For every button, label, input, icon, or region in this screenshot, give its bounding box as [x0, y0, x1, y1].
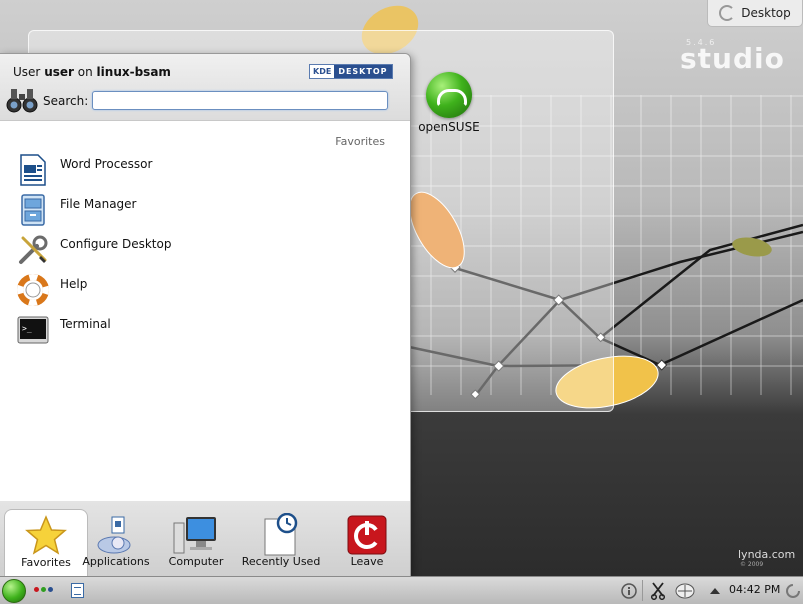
watermark-sub: © 2009 — [740, 561, 764, 568]
panel-toolbox-icon[interactable] — [784, 581, 802, 601]
menu-item-label: Terminal — [60, 317, 111, 331]
user-info: User user on linux-bsam — [13, 65, 171, 79]
clock[interactable]: 04:42 PM — [729, 583, 780, 596]
info-icon[interactable] — [619, 581, 639, 601]
menu-item-label: Word Processor — [60, 157, 153, 171]
badge-kde: KDE — [310, 65, 335, 78]
tray-separator — [642, 580, 643, 601]
user-name: user — [44, 65, 74, 79]
search-input[interactable] — [92, 91, 388, 110]
tab-label: Recently Used — [241, 555, 321, 568]
wallpaper-logo: studio — [680, 42, 785, 75]
menu-item-terminal[interactable]: >_ Terminal — [15, 312, 395, 348]
tab-applications[interactable]: Applications — [75, 509, 157, 575]
tab-leave[interactable]: Leave — [326, 509, 408, 575]
search-label: Search: — [43, 94, 89, 108]
menu-item-label: File Manager — [60, 197, 137, 211]
menu-item-help[interactable]: Help — [15, 272, 395, 308]
taskbar-panel: 04:42 PM — [0, 576, 803, 604]
tab-computer[interactable]: Computer — [155, 509, 237, 575]
menu-item-label: Configure Desktop — [60, 237, 172, 251]
pager-dot — [48, 587, 53, 592]
terminal-icon: >_ — [15, 312, 51, 348]
menu-item-label: Help — [60, 277, 88, 291]
tab-label: Computer — [168, 555, 224, 568]
opensuse-icon-label: openSUSE — [418, 120, 480, 134]
expand-tray-icon[interactable] — [707, 581, 723, 601]
computer-icon — [173, 517, 216, 554]
menu-item-word-processor[interactable]: Word Processor — [15, 152, 395, 188]
help-lifebuoy-icon — [15, 272, 51, 308]
recently-used-icon — [264, 513, 298, 556]
power-icon — [347, 515, 387, 555]
pager-widget[interactable] — [34, 587, 53, 592]
launcher-button[interactable] — [2, 579, 26, 603]
configure-desktop-icon — [15, 232, 51, 268]
desktop-toolbox-button[interactable]: Desktop — [707, 0, 803, 27]
pager-dot — [41, 587, 46, 592]
menu-item-file-manager[interactable]: File Manager — [15, 192, 395, 228]
user-prefix: User — [13, 65, 41, 79]
user-on: on — [77, 65, 93, 79]
tab-label: Leave — [350, 555, 384, 568]
tab-label: Applications — [82, 555, 150, 568]
word-processor-icon — [15, 152, 51, 188]
menu-tab-bar: Favorites Applications Computer Recently… — [0, 501, 410, 576]
favorites-section-title: Favorites — [335, 135, 385, 148]
tab-recently-used[interactable]: Recently Used — [240, 509, 322, 575]
opensuse-desktop-icon[interactable]: openSUSE — [418, 72, 480, 134]
watermark: lynda.com — [738, 548, 796, 561]
pager-dot — [34, 587, 39, 592]
menu-header: User user on linux-bsam KDE DESKTOP Sear… — [0, 54, 410, 121]
applications-icon — [97, 516, 131, 554]
file-manager-icon — [15, 192, 51, 228]
task-document-icon[interactable] — [71, 583, 84, 598]
badge-desktop: DESKTOP — [334, 65, 392, 78]
host-name: linux-bsam — [96, 65, 171, 79]
network-icon[interactable] — [674, 581, 696, 601]
menu-item-configure-desktop[interactable]: Configure Desktop — [15, 232, 395, 268]
kde-desktop-badge: KDE DESKTOP — [309, 64, 393, 79]
star-icon — [25, 515, 67, 555]
opensuse-logo-icon — [426, 72, 472, 118]
application-launcher-menu: User user on linux-bsam KDE DESKTOP Sear… — [0, 53, 411, 577]
svg-text:>_: >_ — [22, 324, 32, 333]
toolbox-icon — [719, 5, 736, 21]
binoculars-icon — [6, 89, 38, 113]
clipboard-scissors-icon[interactable] — [648, 581, 668, 601]
desktop-toolbox-label: Desktop — [741, 6, 791, 20]
